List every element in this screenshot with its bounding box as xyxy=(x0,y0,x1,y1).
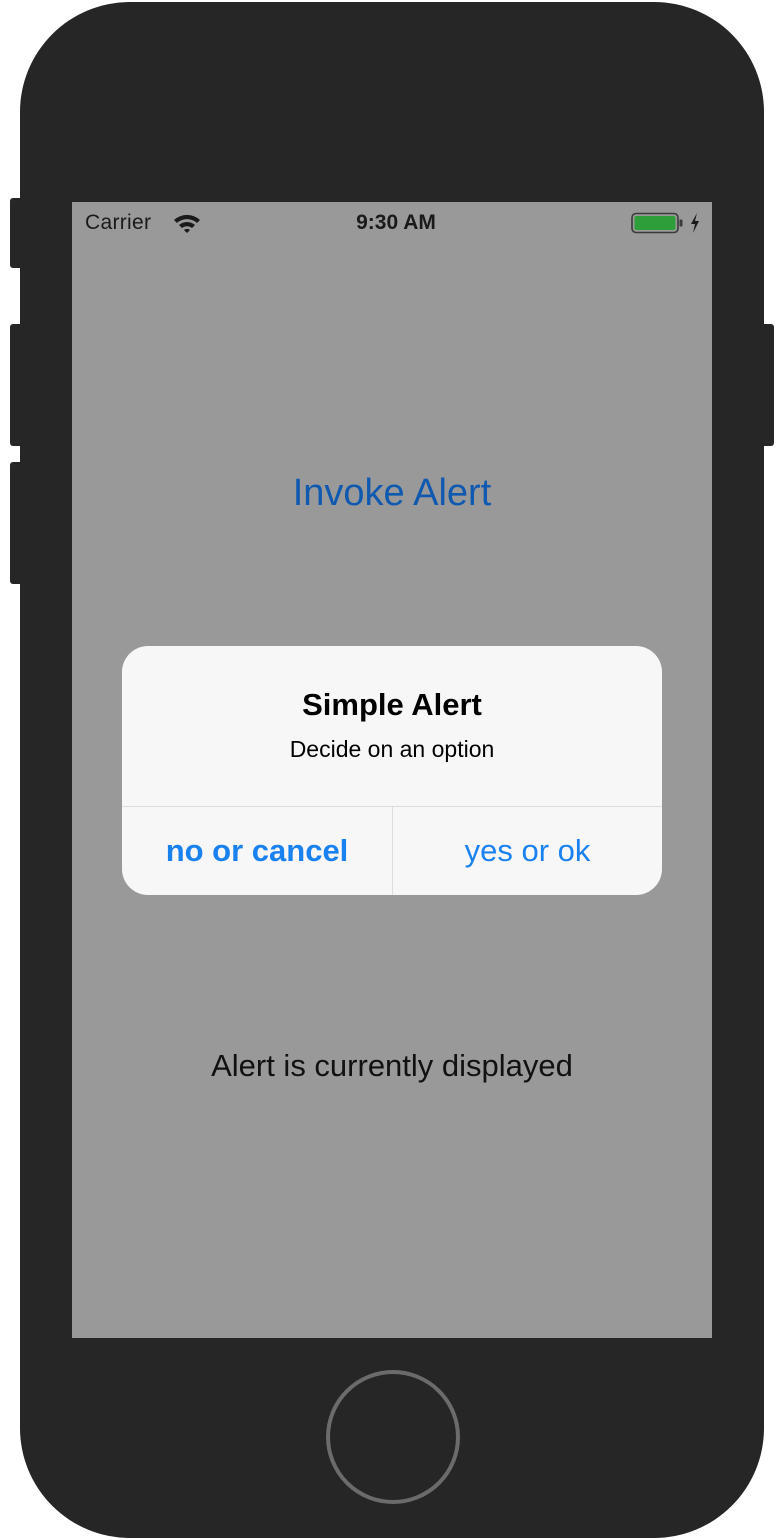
bolt-icon xyxy=(691,213,699,233)
clock: 9:30 AM xyxy=(356,211,436,234)
cancel-button[interactable]: no or cancel xyxy=(122,807,392,895)
alert-message: Decide on an option xyxy=(289,736,495,762)
invoke-alert-button[interactable]: Invoke Alert xyxy=(72,472,712,515)
alert-dialog: Simple Alert Decide on an option no or c… xyxy=(122,646,662,895)
alert-status-label: Alert is currently displayed xyxy=(211,1048,573,1083)
home-button[interactable] xyxy=(326,1370,460,1504)
alert-title: Simple Alert xyxy=(302,687,482,722)
screen: Carrier 9:30 AM Invoke Alert Alert is cu… xyxy=(72,202,712,1338)
battery-icon xyxy=(631,212,683,234)
ok-button[interactable]: yes or ok xyxy=(393,807,662,895)
status-bar: Carrier 9:30 AM xyxy=(72,202,712,242)
device-frame: Carrier 9:30 AM Invoke Alert Alert is cu… xyxy=(0,0,784,1540)
